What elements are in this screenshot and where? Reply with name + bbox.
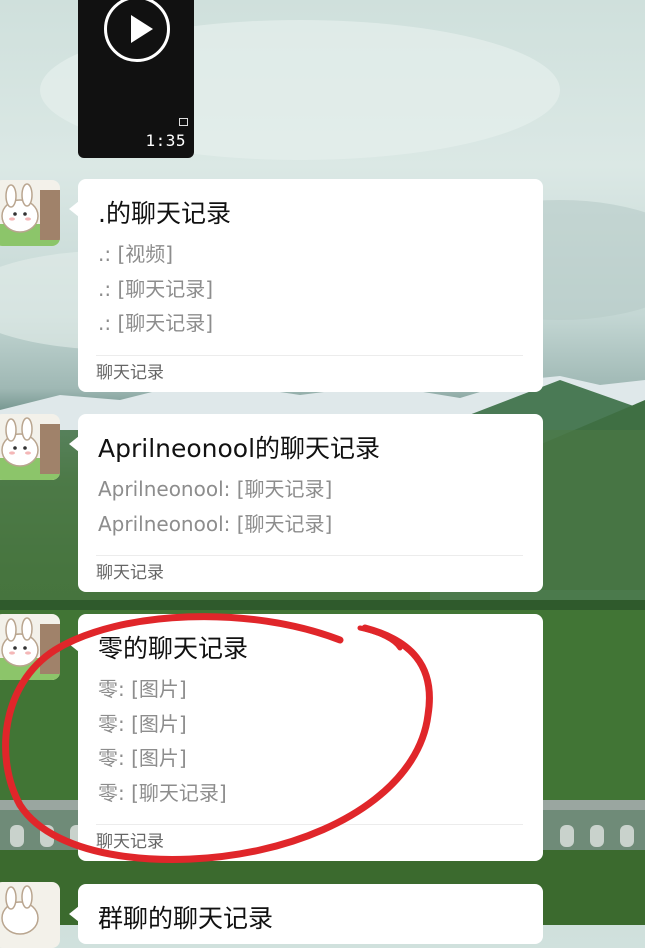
chat-record-card[interactable]: 零的聊天记录 零: [图片] 零: [图片] 零: [图片] 零: [聊天记录]…: [69, 614, 543, 861]
preview-line: .: [聊天记录]: [98, 311, 214, 335]
preview-line: 零: [图片]: [98, 746, 187, 770]
video-message[interactable]: 1:35: [78, 0, 194, 158]
card-title: .的聊天记录: [98, 199, 231, 228]
card-title: 零的聊天记录: [98, 634, 249, 663]
chat-record-card[interactable]: 群聊的聊天记录: [69, 884, 543, 944]
avatar-bunny-icon[interactable]: [0, 180, 60, 246]
chat-record-card[interactable]: Aprilneonool的聊天记录 Aprilneonool: [聊天记录] A…: [69, 414, 543, 592]
chat-record-card[interactable]: .的聊天记录 .: [视频] .: [聊天记录] .: [聊天记录] 聊天记录: [69, 179, 543, 392]
fullscreen-icon: [179, 118, 188, 126]
preview-line: .: [视频]: [98, 242, 174, 266]
video-duration: 1:35: [145, 131, 186, 150]
avatar-bunny-icon[interactable]: [0, 882, 60, 948]
preview-line: 零: [聊天记录]: [98, 780, 227, 805]
card-title: 群聊的聊天记录: [98, 904, 274, 933]
preview-line: Aprilneonool: [聊天记录]: [98, 511, 333, 536]
play-icon[interactable]: [104, 0, 170, 62]
preview-line: Aprilneonool: [聊天记录]: [98, 477, 333, 501]
card-title: Aprilneonool的聊天记录: [98, 434, 381, 463]
avatar-bunny-icon[interactable]: [0, 414, 60, 480]
avatar-bunny-icon[interactable]: [0, 614, 60, 680]
card-footer-label: 聊天记录: [96, 555, 523, 592]
preview-line: 零: [图片]: [98, 677, 187, 701]
card-footer-label: 聊天记录: [96, 824, 523, 861]
preview-line: 零: [图片]: [98, 711, 187, 736]
card-footer-label: 聊天记录: [96, 354, 523, 392]
preview-line: .: [聊天记录]: [98, 276, 214, 301]
